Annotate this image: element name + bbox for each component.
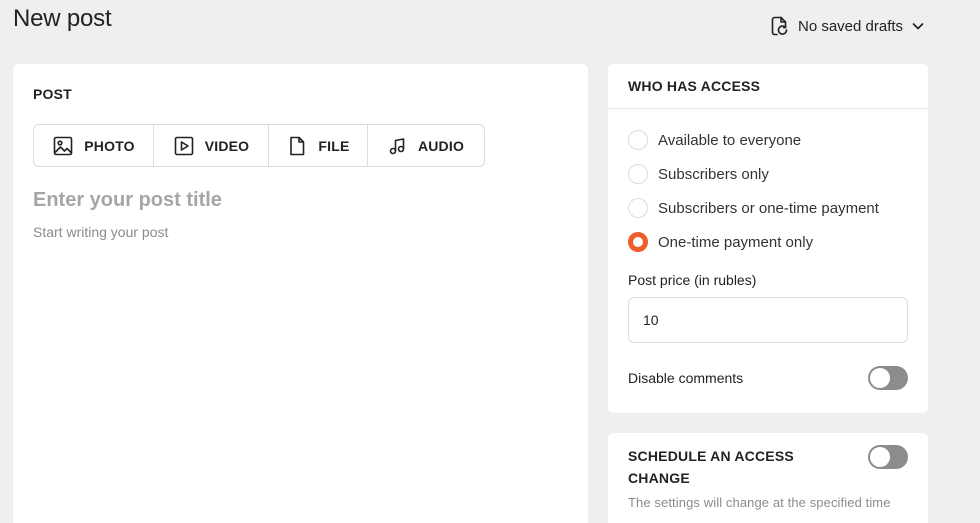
disable-comments-toggle[interactable] [868,366,908,390]
toggle-knob [870,368,890,388]
access-option-label: Available to everyone [658,131,802,149]
price-input[interactable] [628,297,908,343]
schedule-toggle[interactable] [868,445,908,469]
post-section-label: POST [33,86,72,102]
schedule-description: The settings will change at the specifie… [628,495,891,510]
schedule-card: SCHEDULE AN ACCESS CHANGE The settings w… [608,433,928,523]
access-settings-card: WHO HAS ACCESS Available to everyone Sub… [608,64,928,413]
media-toolbar: PHOTO VIDEO FILE AUDIO [33,124,485,167]
post-editor-card: POST PHOTO VIDEO FILE AUDIO Enter your p… [13,64,588,523]
access-option-subscribers[interactable]: Subscribers only [628,164,769,184]
toggle-knob [870,447,890,467]
drafts-dropdown[interactable]: No saved drafts [768,15,925,37]
page-title: New post [13,5,112,32]
video-button[interactable]: VIDEO [154,125,269,166]
access-option-subscribers-or-payment[interactable]: Subscribers or one-time payment [628,198,879,218]
video-play-icon [173,135,195,157]
image-icon [52,135,74,157]
radio-button[interactable] [628,130,648,150]
new-post-page: New post No saved drafts POST PHOTO VIDE… [0,0,980,523]
radio-button-selected[interactable] [628,232,648,252]
access-option-label: Subscribers or one-time payment [658,199,879,217]
post-title-input[interactable] [33,187,553,213]
file-button[interactable]: FILE [269,125,368,166]
disable-comments-row: Disable comments [628,366,908,390]
video-button-label: VIDEO [204,137,250,154]
disable-comments-label: Disable comments [628,370,744,386]
audio-button[interactable]: AUDIO [368,125,484,166]
file-button-label: FILE [318,137,350,154]
access-header: WHO HAS ACCESS [608,64,928,109]
music-note-icon [388,136,408,156]
chevron-down-icon [911,19,925,33]
price-label: Post price (in rubles) [628,272,757,288]
file-icon [286,135,308,157]
radio-button[interactable] [628,198,648,218]
post-body-input[interactable] [33,222,553,242]
photo-button[interactable]: PHOTO [34,125,154,166]
photo-button-label: PHOTO [84,137,135,154]
document-refresh-icon [768,15,790,37]
drafts-label: No saved drafts [798,17,904,35]
access-option-one-time-payment[interactable]: One-time payment only [628,232,813,252]
schedule-title: SCHEDULE AN ACCESS CHANGE [628,448,794,486]
radio-button[interactable] [628,164,648,184]
audio-button-label: AUDIO [417,137,465,154]
access-option-everyone[interactable]: Available to everyone [628,130,801,150]
access-option-label: One-time payment only [658,233,814,251]
access-option-label: Subscribers only [658,165,769,183]
